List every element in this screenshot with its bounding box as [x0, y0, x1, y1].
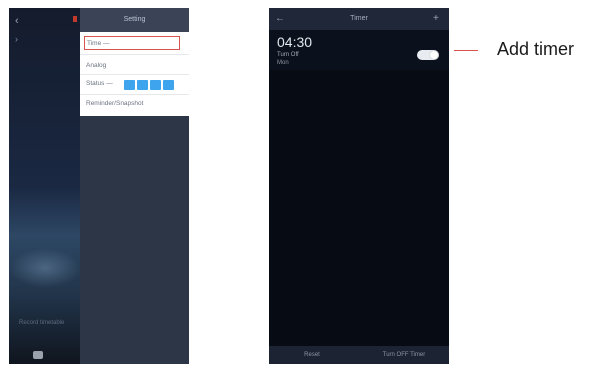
timer-enable-toggle[interactable]: [417, 50, 439, 60]
divider: [80, 74, 189, 75]
plus-icon[interactable]: +: [433, 12, 445, 26]
wallpaper-caption: Record timetable: [19, 320, 65, 326]
timer-header: ← Timer +: [269, 8, 449, 30]
status-toggle-4[interactable]: [163, 80, 174, 90]
add-timer-label: Add timer: [497, 39, 575, 59]
setting-list: Time — Analog Status — Reminder/Snapshot: [80, 32, 189, 116]
timer-bottom-bar: Reset Turn OFF Timer: [269, 346, 449, 364]
timer-item[interactable]: 04:30 Turn Off Mon: [269, 30, 449, 70]
notification-dot: [73, 16, 77, 22]
setting-header: Setting: [80, 8, 189, 32]
timer-time: 04:30: [277, 34, 313, 50]
reset-button[interactable]: Reset: [289, 349, 335, 361]
timer-title: Timer: [350, 15, 368, 22]
setting-row-analog[interactable]: Analog: [86, 58, 183, 74]
phone-screen-right: ← Timer + 04:30 Turn Off Mon Reset Turn …: [269, 8, 449, 364]
horizon-glow: [9, 248, 81, 288]
status-toggle-3[interactable]: [150, 80, 161, 90]
setting-panel: Setting Time — Analog Status — Reminder/…: [80, 8, 189, 364]
divider: [80, 54, 189, 55]
divider: [80, 94, 189, 95]
chevron-left-icon[interactable]: ‹: [15, 14, 25, 28]
timer-repeat: Mon: [277, 60, 289, 66]
callout-line: [454, 50, 478, 51]
turn-off-timer-button[interactable]: Turn OFF Timer: [367, 349, 441, 361]
wallpaper-background: [9, 8, 81, 364]
setting-row-time[interactable]: Time —: [84, 36, 180, 50]
toggle-knob: [430, 51, 438, 59]
menu-marker-icon: ›: [15, 34, 18, 44]
setting-title: Setting: [123, 16, 146, 23]
status-toggle-1[interactable]: [124, 80, 135, 90]
camera-icon[interactable]: [33, 351, 43, 359]
setting-row-reminder[interactable]: Reminder/Snapshot: [86, 96, 183, 112]
status-toggle-2[interactable]: [137, 80, 148, 90]
timer-action: Turn Off: [277, 52, 299, 58]
